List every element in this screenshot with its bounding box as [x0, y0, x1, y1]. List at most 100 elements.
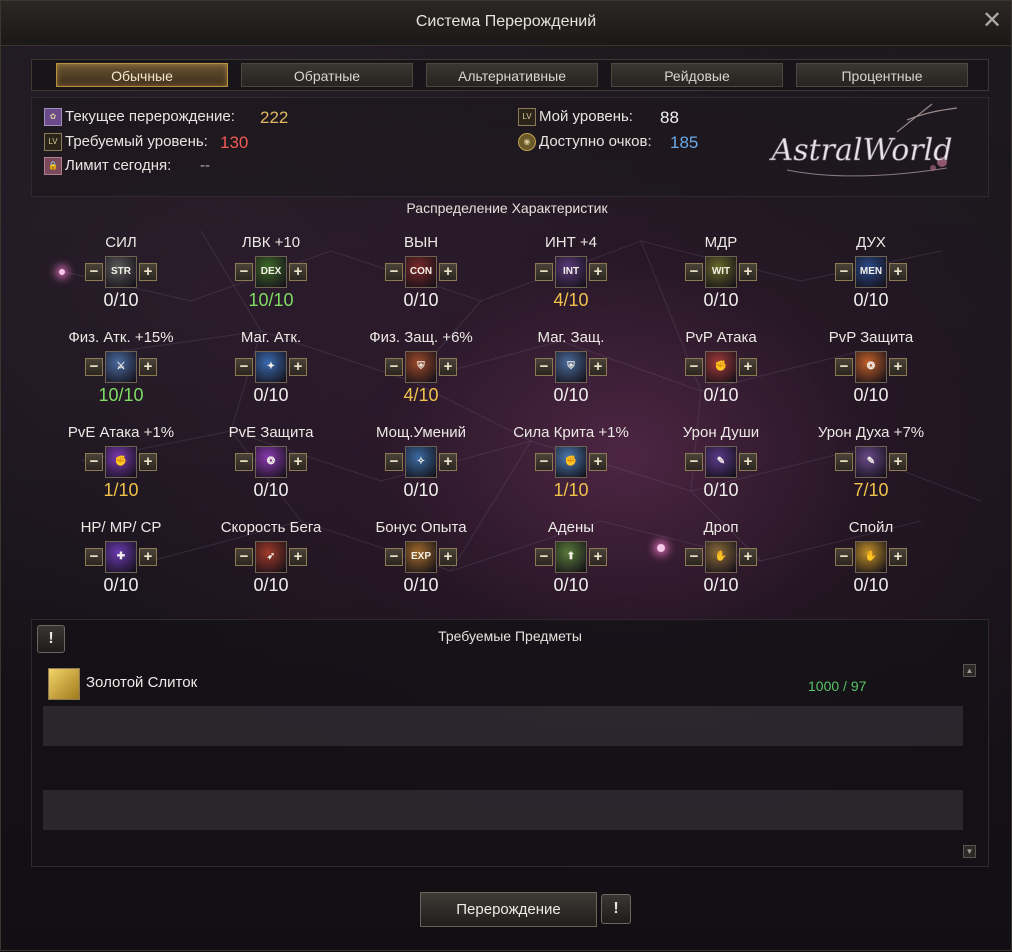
tab-alternative[interactable]: Альтернативные — [426, 63, 598, 87]
scroll-up-button[interactable]: ▲ — [963, 664, 976, 677]
plus-icon[interactable]: + — [889, 548, 907, 566]
plus-icon[interactable]: + — [139, 263, 157, 281]
rebirth-info-button[interactable]: ! — [601, 894, 631, 924]
plus-icon[interactable]: + — [289, 453, 307, 471]
minus-icon[interactable]: − — [535, 548, 553, 566]
minus-icon[interactable]: − — [535, 263, 553, 281]
plus-icon[interactable]: + — [739, 453, 757, 471]
stat-controls: − ➶ + — [196, 541, 346, 573]
plus-icon[interactable]: + — [589, 548, 607, 566]
plus-icon[interactable]: + — [589, 263, 607, 281]
minus-icon[interactable]: − — [685, 263, 703, 281]
stat-cell: Физ. Атк. +15% − ⚔ +10/10 — [46, 328, 196, 418]
stat-controls: − ⚔ + — [46, 351, 196, 383]
stat-label: PvE Защита — [228, 424, 314, 441]
stat-cell: МДР − WIT +0/10 — [646, 233, 796, 323]
plus-icon[interactable]: + — [439, 548, 457, 566]
plus-icon[interactable]: + — [439, 453, 457, 471]
plus-icon[interactable]: + — [889, 453, 907, 471]
stat-label: Физ. Атк. +15% — [68, 329, 174, 346]
stat-value: 0/10 — [103, 575, 139, 595]
minus-icon[interactable]: − — [85, 548, 103, 566]
stat-cell: Физ. Защ. +6% − ⛨ +4/10 — [346, 328, 496, 418]
my-level-label: Мой уровень: — [539, 108, 633, 125]
stat-cell: PvP Атака − ✊ +0/10 — [646, 328, 796, 418]
tab-percent[interactable]: Процентные — [796, 63, 968, 87]
plus-icon[interactable]: + — [139, 548, 157, 566]
stat-value: 0/10 — [853, 385, 889, 405]
minus-icon[interactable]: − — [85, 453, 103, 471]
stat-label: Сила Крита +1% — [513, 424, 629, 441]
stat-value: 0/10 — [403, 480, 439, 500]
minus-icon[interactable]: − — [385, 453, 403, 471]
stats-section-title: Распределение Характеристик — [406, 200, 608, 216]
minus-icon[interactable]: − — [835, 453, 853, 471]
stat-icon: ✋ — [705, 541, 737, 573]
stat-label: Адены — [547, 519, 595, 536]
plus-icon[interactable]: + — [289, 263, 307, 281]
stat-controls: − WIT + — [646, 256, 796, 288]
plus-icon[interactable]: + — [739, 358, 757, 376]
plus-icon[interactable]: + — [589, 453, 607, 471]
minus-icon[interactable]: − — [235, 548, 253, 566]
plus-icon[interactable]: + — [289, 548, 307, 566]
stat-value: 0/10 — [103, 290, 139, 310]
minus-icon[interactable]: − — [685, 453, 703, 471]
stat-icon: STR — [105, 256, 137, 288]
minus-icon[interactable]: − — [835, 263, 853, 281]
required-level-value: 130 — [220, 133, 249, 152]
plus-icon[interactable]: + — [439, 358, 457, 376]
my-level-value: 88 — [660, 108, 679, 127]
stat-icon: INT — [555, 256, 587, 288]
stat-icon: CON — [405, 256, 437, 288]
scroll-down-button[interactable]: ▼ — [963, 845, 976, 858]
stat-controls: − CON + — [346, 256, 496, 288]
stat-cell: Урон Духа +7% − ✎ +7/10 — [796, 423, 946, 513]
stat-cell: СИЛ − STR +0/10 — [46, 233, 196, 323]
minus-icon[interactable]: − — [535, 453, 553, 471]
plus-icon[interactable]: + — [739, 263, 757, 281]
minus-icon[interactable]: − — [685, 548, 703, 566]
stat-controls: − ⛨ + — [496, 351, 646, 383]
minus-icon[interactable]: − — [235, 263, 253, 281]
plus-icon[interactable]: + — [289, 358, 307, 376]
tab-reverse[interactable]: Обратные — [241, 63, 413, 87]
plus-icon[interactable]: + — [889, 263, 907, 281]
plus-icon[interactable]: + — [439, 263, 457, 281]
minus-icon[interactable]: − — [235, 453, 253, 471]
plus-icon[interactable]: + — [589, 358, 607, 376]
minus-icon[interactable]: − — [685, 358, 703, 376]
minus-icon[interactable]: − — [85, 263, 103, 281]
stat-icon: ⬆ — [555, 541, 587, 573]
stat-value: 0/10 — [703, 575, 739, 595]
minus-icon[interactable]: − — [835, 358, 853, 376]
minus-icon[interactable]: − — [235, 358, 253, 376]
plus-icon[interactable]: + — [889, 358, 907, 376]
minus-icon[interactable]: − — [85, 358, 103, 376]
minus-icon[interactable]: − — [385, 263, 403, 281]
plus-icon[interactable]: + — [139, 358, 157, 376]
close-icon[interactable]: ✕ — [981, 9, 1003, 33]
stat-controls: − ✎ + — [796, 446, 946, 478]
stat-label: ЛВК +10 — [241, 234, 301, 251]
minus-icon[interactable]: − — [835, 548, 853, 566]
plus-icon[interactable]: + — [139, 453, 157, 471]
stat-value: 0/10 — [853, 290, 889, 310]
level-icon: LV — [518, 108, 536, 127]
minus-icon[interactable]: − — [385, 548, 403, 566]
stat-icon: ➶ — [255, 541, 287, 573]
item-slot-empty — [43, 790, 963, 830]
tab-regular[interactable]: Обычные — [56, 63, 228, 87]
required-level-row: LV Требуемый уровень: — [44, 132, 208, 152]
plus-icon[interactable]: + — [739, 548, 757, 566]
minus-icon[interactable]: − — [535, 358, 553, 376]
stat-controls: − EXP + — [346, 541, 496, 573]
stat-label: PvP Атака — [685, 329, 757, 346]
title-bar: Система Перерождений ✕ — [1, 1, 1011, 46]
tab-raid[interactable]: Рейдовые — [611, 63, 783, 87]
stat-controls: − INT + — [496, 256, 646, 288]
stat-icon: ✊ — [105, 446, 137, 478]
stat-label: ВЫН — [403, 234, 439, 251]
minus-icon[interactable]: − — [385, 358, 403, 376]
rebirth-button[interactable]: Перерождение — [420, 892, 597, 927]
